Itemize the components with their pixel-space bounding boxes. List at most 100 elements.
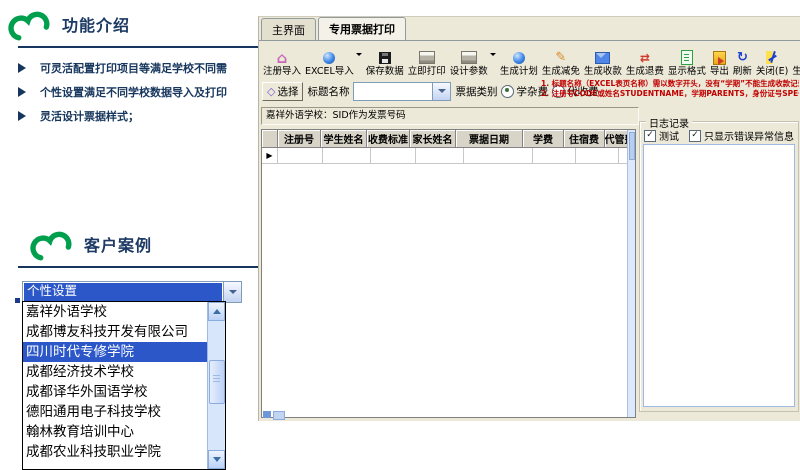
combobox-selected-value: 个性设置 (24, 283, 222, 301)
notice-line-2: 2. 注册号CODE或姓名STUDENTNAME，学期PARENTS，身份证号S… (541, 89, 799, 99)
list-item-school[interactable]: 翰林教育培训中心 (23, 422, 208, 442)
toolbar-button-excel-import[interactable]: EXCEL导入 (303, 43, 356, 78)
log-options: ✓ 测试 ✓ 只显示错误异常信息 (644, 128, 794, 143)
list-item-school[interactable]: 成都农业科技职业学院 (23, 442, 208, 462)
log-panel: 日志记录 ✓ 测试 ✓ 只显示错误异常信息 (639, 121, 799, 412)
orb-icon (323, 52, 335, 64)
page: 功能介绍 可灵活配置打印项目等满足学校不同需 个性设置满足不同学校数据导入及打印… (0, 0, 800, 470)
scroll-down-button[interactable] (208, 450, 225, 469)
title-name-label: 标题名称 (307, 84, 349, 99)
list-item-school-selected[interactable]: 四川时代专修学院 (23, 342, 208, 362)
title-name-value (354, 83, 432, 100)
list-item-school[interactable]: 成都博友科技开发有限公司 (23, 322, 208, 342)
bullet-arrow-icon (18, 63, 26, 73)
checkbox-test[interactable]: ✓ 测试 (644, 128, 679, 143)
grid-header-cell[interactable]: 家长姓名 (410, 130, 456, 148)
features-divider (18, 46, 258, 48)
toolbar-button-generate-waiver[interactable]: ✎ 生成减免 (540, 43, 582, 78)
tab-main-interface[interactable]: 主界面 (261, 18, 316, 40)
feature-bullet: 可灵活配置打印项目等满足学校不同需 (18, 60, 260, 76)
grid-scrollbar[interactable] (627, 130, 635, 417)
feature-bullet: 个性设置满足不同学校数据导入及打印 (18, 84, 260, 100)
scroll-up-button[interactable] (208, 302, 225, 321)
swap-arrows-icon: ⇄ (640, 52, 650, 64)
features-section-title: 功能介绍 (62, 12, 130, 36)
checkbox-checked-icon: ✓ (644, 130, 656, 142)
grid-marker-icon (273, 411, 285, 420)
personalization-combobox[interactable]: 个性设置 (22, 281, 242, 303)
cloud-logo-icon (8, 4, 54, 44)
chevron-down-icon (229, 290, 237, 294)
refresh-icon: ↻ (737, 51, 748, 64)
cases-divider (18, 266, 258, 268)
mail-icon (595, 52, 610, 64)
cloud-logo-icon (30, 224, 76, 264)
dropdown-caret-icon[interactable] (490, 53, 496, 56)
log-list[interactable] (643, 144, 795, 407)
toolbar-button-display-format[interactable]: 显示格式 (666, 43, 708, 78)
toolbar-button-save-data[interactable]: 保存数据 (364, 43, 406, 78)
school-dropdown-list: 嘉祥外语学校 成都博友科技开发有限公司 四川时代专修学院 成都经济技术学校 成都… (22, 301, 226, 470)
combobox-dropdown-button[interactable] (223, 282, 241, 302)
checkbox-errors-only[interactable]: ✓ 只显示错误异常信息 (689, 128, 794, 143)
grid-header-cell[interactable]: 注册号 (278, 130, 321, 148)
grid-empty-row[interactable]: ▶ (262, 148, 635, 164)
select-button[interactable]: ◇ 选择 (262, 82, 303, 101)
grid-header-cell[interactable]: 学生姓名 (321, 130, 367, 148)
orb-icon (513, 52, 525, 64)
notice-line-1: 1. 标题名称（EXCEL表页名称）需以数字开头，没有“学期”不能生成收款记录 (541, 79, 799, 89)
tab-bar: 主界面 专用票据打印 (261, 19, 408, 40)
bottom-markers (263, 411, 285, 420)
grid-header-cell[interactable]: 学费 (523, 130, 564, 148)
house-icon: ⌂ (277, 51, 288, 65)
notice-text: 1. 标题名称（EXCEL表页名称）需以数字开头，没有“学期”不能生成收款记录 … (541, 79, 799, 101)
grid-header-cell[interactable]: 住宿费 (564, 130, 605, 148)
toolbar-button-register-import[interactable]: ⌂ 注册导入 (261, 43, 303, 78)
grid-header-cell[interactable]: 收费标准 (367, 130, 410, 148)
toolbar: ⌂ 注册导入 EXCEL导入 保存数据 立即打印 设计参数 (261, 42, 799, 78)
chevron-down-icon (213, 457, 221, 462)
toolbar-button-print-now[interactable]: 立即打印 (406, 43, 448, 78)
feature-bullet-text: 灵活设计票据样式； (40, 108, 139, 124)
list-scrollbar[interactable] (207, 302, 225, 469)
cases-section-title: 客户案例 (84, 232, 152, 256)
combobox-dropdown-button[interactable] (432, 83, 450, 100)
row-selector-icon: ▶ (262, 148, 278, 164)
toolbar-button-generate-refunds[interactable]: ⇄ 生成退费 (624, 43, 666, 78)
features-section-header: 功能介绍 (8, 4, 130, 44)
ticket-category-label: 票据类别 (455, 84, 497, 99)
chevron-down-icon (438, 89, 446, 93)
toolbar-button-generate-plan[interactable]: 生成计划 (498, 43, 540, 78)
list-item-school[interactable]: 德阳通用电子科技学校 (23, 402, 208, 422)
bullet-arrow-icon (18, 111, 26, 121)
selection-handle (15, 298, 20, 303)
dropdown-caret-icon[interactable] (356, 53, 362, 56)
save-icon (379, 52, 391, 64)
printer-icon (461, 51, 477, 64)
tab-ticket-printing[interactable]: 专用票据打印 (318, 17, 406, 40)
feature-bullet-text: 可灵活配置打印项目等满足学校不同需 (40, 60, 227, 76)
feature-bullet: 灵活设计票据样式； (18, 108, 260, 124)
list-item-school[interactable]: 成都译华外国语学校 (23, 382, 208, 402)
feature-bullet-text: 个性设置满足不同学校数据导入及打印 (40, 84, 227, 100)
chevron-up-icon (213, 309, 221, 314)
printer-icon (419, 51, 435, 64)
grid-header-cell[interactable]: 票据日期 (456, 130, 523, 148)
export-icon (713, 51, 726, 65)
toolbar-button-generate-fees[interactable]: ) 生成费用 (790, 43, 800, 78)
toolbar-button-generate-receipts[interactable]: 生成收款 (582, 43, 624, 78)
toolbar-button-close[interactable]: 关闭(E) (754, 43, 790, 78)
running-man-icon (766, 51, 778, 64)
title-name-combobox[interactable] (353, 82, 451, 101)
scrollbar-thumb[interactable] (209, 360, 225, 404)
list-item-school[interactable]: 嘉祥外语学校 (23, 302, 208, 322)
toolbar-button-refresh[interactable]: ↻ 刷新 (731, 43, 754, 78)
document-icon (681, 50, 693, 65)
resize-grip-icon (263, 411, 271, 418)
toolbar-button-design-params[interactable]: 设计参数 (448, 43, 490, 78)
pencil-icon: ✎ (555, 51, 566, 64)
list-item-school[interactable]: 成都经济技术学校 (23, 362, 208, 382)
tab-divider (259, 40, 800, 41)
radio-selected-icon (501, 85, 514, 98)
toolbar-button-export[interactable]: 导出 (708, 43, 731, 78)
